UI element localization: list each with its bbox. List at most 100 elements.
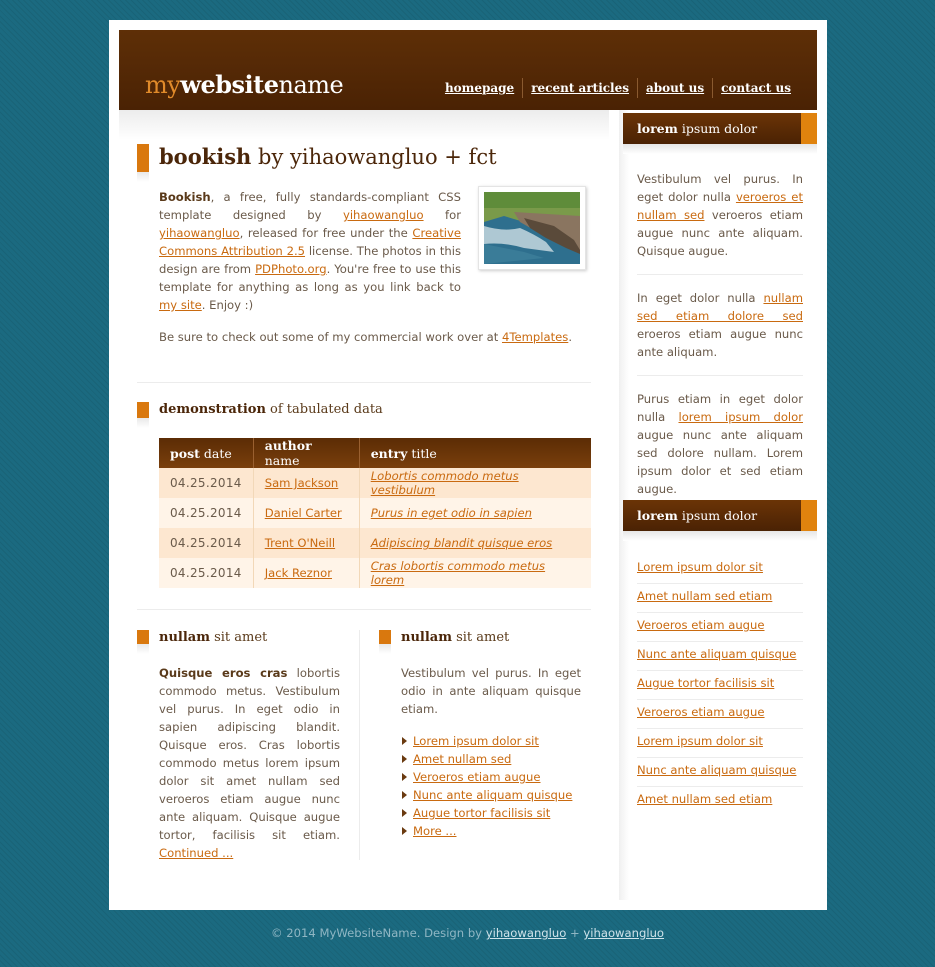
cell-author: Jack Reznor xyxy=(253,558,360,588)
cell-date: 04.25.2014 xyxy=(159,558,254,588)
list-item: Amet nullam sed etiam xyxy=(637,787,803,816)
author-link[interactable]: Daniel Carter xyxy=(265,506,342,520)
column-divider xyxy=(359,630,360,860)
sidebar-divider xyxy=(637,375,803,376)
col1-heading: nullam sit amet xyxy=(159,630,268,645)
list-link[interactable]: Nunc ante aliquam quisque xyxy=(413,788,572,802)
title-accent-bar xyxy=(137,144,149,182)
sidebar-link[interactable]: Lorem ipsum dolor sit xyxy=(637,734,763,748)
list-item: Amet nullam sed etiam xyxy=(637,584,803,613)
nav-about-us[interactable]: about us xyxy=(637,78,712,98)
nav-recent-articles[interactable]: recent articles xyxy=(522,78,637,98)
sidebar-link[interactable]: Veroeros etiam augue xyxy=(637,618,765,632)
header: mywebsitename homepage recent articles a… xyxy=(119,30,817,110)
author-link[interactable]: Trent O'Neill xyxy=(265,536,335,550)
site-logo[interactable]: mywebsitename xyxy=(145,70,344,99)
col2-accent-bar xyxy=(379,630,391,654)
demo-accent-bar xyxy=(137,402,149,428)
col2-paragraph: Vestibulum vel purus. In eget odio in an… xyxy=(401,666,581,716)
table-header-row: post date author name entry title xyxy=(159,438,591,468)
4templates-link[interactable]: 4Templates xyxy=(502,330,568,344)
cell-date: 04.25.2014 xyxy=(159,528,254,558)
list-link[interactable]: Amet nullam sed xyxy=(413,752,511,766)
main-nav: homepage recent articles about us contac… xyxy=(437,78,799,98)
commercial-paragraph: Be sure to check out some of my commerci… xyxy=(159,330,572,344)
list-item: Lorem ipsum dolor sit xyxy=(401,732,572,750)
list-link[interactable]: Lorem ipsum dolor sit xyxy=(413,734,539,748)
nav-homepage[interactable]: homepage xyxy=(437,78,522,98)
cell-date: 04.25.2014 xyxy=(159,468,254,498)
pdphoto-link[interactable]: PDPhoto.org xyxy=(255,262,327,276)
designer-link[interactable]: yihaowangluo xyxy=(343,208,424,222)
page-container: mywebsitename homepage recent articles a… xyxy=(109,20,827,910)
entry-link[interactable]: Lobortis commodo metus vestibulum xyxy=(371,469,519,497)
list-item: Veroeros etiam augue xyxy=(401,768,572,786)
heading-accent-tab xyxy=(801,113,817,144)
sidebar-link[interactable]: Veroeros etiam augue xyxy=(637,705,765,719)
col-author-name: author name xyxy=(253,438,360,468)
content-top-shadow xyxy=(119,110,609,140)
sidebar-link[interactable]: Augue tortor facilisis sit xyxy=(637,676,774,690)
list-item: Veroeros etiam augue xyxy=(637,613,803,642)
coastline-photo xyxy=(478,186,586,270)
sidebar-paragraph: Purus etiam in eget dolor nulla lorem ip… xyxy=(637,392,803,496)
list-item: Lorem ipsum dolor sit xyxy=(637,729,803,758)
col2-link-list: Lorem ipsum dolor sit Amet nullam sed Ve… xyxy=(401,732,572,840)
footer: © 2014 MyWebsiteName. Design by yihaowan… xyxy=(270,926,665,940)
section-divider xyxy=(137,382,591,383)
list-item: Lorem ipsum dolor sit xyxy=(637,555,803,584)
col-entry-title: entry title xyxy=(359,438,591,468)
more-link[interactable]: More ... xyxy=(413,824,456,838)
list-item: Augue tortor facilisis sit xyxy=(637,671,803,700)
heading-accent-tab xyxy=(801,500,817,531)
col-post-date: post date xyxy=(159,438,254,468)
list-item: Amet nullam sed xyxy=(401,750,572,768)
entry-link[interactable]: Adipiscing blandit quisque eros xyxy=(371,536,553,550)
list-link[interactable]: Veroeros etiam augue xyxy=(413,770,541,784)
sidebar-link-list: Lorem ipsum dolor sit Amet nullam sed et… xyxy=(637,555,803,816)
col1-paragraph: Quisque eros cras lobortis commodo metus… xyxy=(159,666,340,860)
list-item: Augue tortor facilisis sit xyxy=(401,804,572,822)
continued-link[interactable]: Continued ... xyxy=(159,846,233,860)
sidebar-link[interactable]: Amet nullam sed etiam xyxy=(637,792,772,806)
footer-designer-link[interactable]: yihaowangluo xyxy=(486,926,567,940)
author-link[interactable]: Sam Jackson xyxy=(265,476,339,490)
sidebar-divider xyxy=(637,274,803,275)
intro-paragraph: Bookish, a free, fully standards-complia… xyxy=(159,190,462,312)
sidebar-link[interactable]: Lorem ipsum dolor sit xyxy=(637,560,763,574)
table-row: 04.25.2014 Daniel Carter Purus in eget o… xyxy=(159,498,591,528)
entry-link[interactable]: Cras lobortis commodo metus lorem xyxy=(371,559,545,587)
sidebar-link[interactable]: Amet nullam sed etiam xyxy=(637,589,772,603)
col2-heading: nullam sit amet xyxy=(401,630,510,645)
sidebar-link[interactable]: Nunc ante aliquam quisque xyxy=(637,763,796,777)
cell-title: Cras lobortis commodo metus lorem xyxy=(359,558,591,588)
table-row: 04.25.2014 Trent O'Neill Adipiscing blan… xyxy=(159,528,591,558)
author-link[interactable]: Jack Reznor xyxy=(265,566,332,580)
sidebar-box2-heading: lorem ipsum dolor xyxy=(623,500,817,541)
cell-title: Purus in eget odio in sapien xyxy=(359,498,591,528)
cell-title: Lobortis commodo metus vestibulum xyxy=(359,468,591,498)
cell-author: Daniel Carter xyxy=(253,498,360,528)
list-item: Nunc ante aliquam quisque xyxy=(637,758,803,787)
page-title: bookish by yihaowangluo + fct xyxy=(159,144,497,169)
list-link[interactable]: Augue tortor facilisis sit xyxy=(413,806,550,820)
cell-title: Adipiscing blandit quisque eros xyxy=(359,528,591,558)
cell-author: Trent O'Neill xyxy=(253,528,360,558)
table-row: 04.25.2014 Sam Jackson Lobortis commodo … xyxy=(159,468,591,498)
sidebar-link[interactable]: Nunc ante aliquam quisque xyxy=(637,647,796,661)
demo-heading: demonstration of tabulated data xyxy=(159,402,383,417)
nav-contact-us[interactable]: contact us xyxy=(712,78,799,98)
list-item: Nunc ante aliquam quisque xyxy=(401,786,572,804)
footer-client-link[interactable]: yihaowangluo xyxy=(583,926,664,940)
entry-link[interactable]: Purus in eget odio in sapien xyxy=(371,506,532,520)
sidebar-paragraph: In eget dolor nulla nullam sed etiam dol… xyxy=(637,291,803,359)
sidebar-paragraph: Vestibulum vel purus. In eget dolor null… xyxy=(637,172,803,258)
col1-accent-bar xyxy=(137,630,149,654)
section-divider xyxy=(137,609,591,610)
my-site-link[interactable]: my site xyxy=(159,298,202,312)
client-link[interactable]: yihaowangluo xyxy=(159,226,240,240)
table-row: 04.25.2014 Jack Reznor Cras lobortis com… xyxy=(159,558,591,588)
sidebar-inline-link[interactable]: lorem ipsum dolor xyxy=(678,410,803,424)
list-item: Nunc ante aliquam quisque xyxy=(637,642,803,671)
list-item: Veroeros etiam augue xyxy=(637,700,803,729)
